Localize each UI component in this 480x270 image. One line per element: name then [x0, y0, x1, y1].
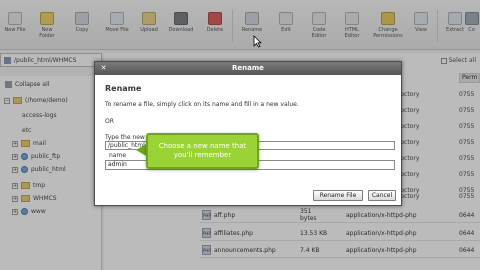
type-new-label: Type the new: [105, 134, 145, 141]
or-text: OR: [105, 118, 114, 125]
hint-callout: Choose a new name that you'll remember: [146, 133, 259, 169]
callout-pointer: [136, 144, 146, 156]
instruction-text: To rename a file, simply click on its na…: [105, 101, 299, 108]
dialog-heading: Rename: [105, 84, 142, 93]
rename-file-button[interactable]: Rename File: [313, 190, 363, 201]
cursor-icon: [253, 35, 262, 48]
dialog-title: Rename: [95, 62, 401, 75]
cancel-button[interactable]: Cancel: [368, 190, 396, 201]
close-icon[interactable]: ✕: [99, 64, 108, 73]
name-label: name: [109, 152, 127, 159]
